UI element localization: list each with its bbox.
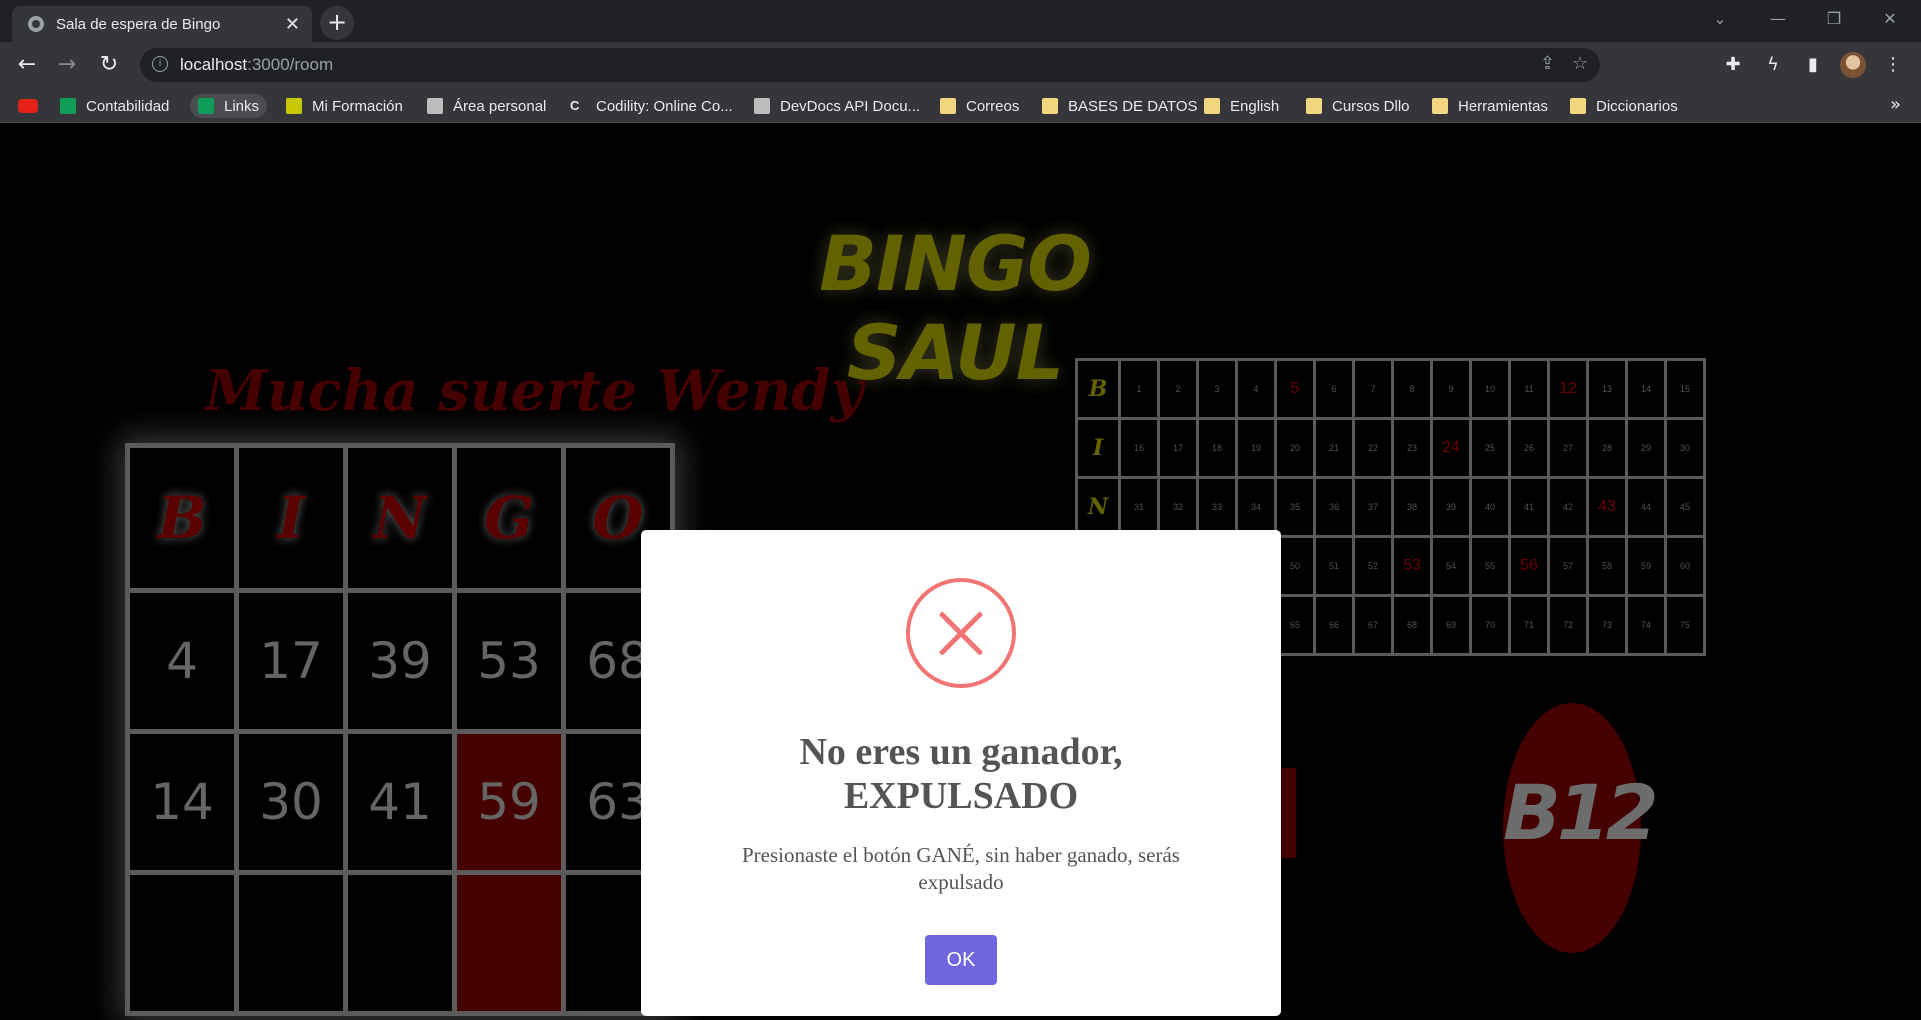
tab-strip: Sala de espera de Bingo ✕ + ⌄ — ❐ ✕ <box>0 0 1921 42</box>
reload-icon[interactable]: ↻ <box>94 50 124 80</box>
dialog-title: No eres un ganador, EXPULSADO <box>799 731 1123 817</box>
browser-tab[interactable]: Sala de espera de Bingo ✕ <box>12 6 312 42</box>
globe-icon <box>28 16 44 32</box>
tab-close-icon[interactable]: ✕ <box>285 14 300 35</box>
forward-icon[interactable]: → <box>52 50 82 80</box>
folder-icon <box>1306 98 1322 114</box>
sheets-icon <box>60 98 76 114</box>
side-panel-icon[interactable]: ▮ <box>1798 50 1828 80</box>
share-icon[interactable]: ⇪ <box>1540 53 1555 74</box>
tab-title: Sala de espera de Bingo <box>56 15 221 33</box>
error-x-icon <box>906 578 1016 688</box>
close-window-icon[interactable]: ✕ <box>1862 0 1918 38</box>
menu-kebab-icon[interactable]: ⋮ <box>1878 50 1908 80</box>
bookmark-codility[interactable]: C Codility: Online Co... <box>570 94 733 118</box>
minimize-icon[interactable]: — <box>1750 0 1806 38</box>
bookmark-star-icon[interactable]: ☆ <box>1572 53 1588 74</box>
bookmark-herramientas[interactable]: Herramientas <box>1432 94 1548 118</box>
sheets-icon <box>198 98 214 114</box>
extension-bolt-icon[interactable]: ϟ <box>1758 50 1788 80</box>
search-icon <box>754 98 770 114</box>
bookmark-mi-formacion[interactable]: Mi Formación <box>286 94 403 118</box>
address-bar[interactable]: i localhost:3000/room ⇪ ☆ <box>140 48 1600 82</box>
bookmark-cursos-dllo[interactable]: Cursos Dllo <box>1306 94 1410 118</box>
dialog-message: Presionaste el botón GANÉ, sin haber gan… <box>742 843 1180 894</box>
youtube-icon <box>18 99 38 113</box>
bookmarks-overflow-icon[interactable]: » <box>1890 94 1901 115</box>
tab-search-icon[interactable]: ⌄ <box>1692 0 1748 38</box>
bookmark-area-personal[interactable]: Área personal <box>427 94 546 118</box>
folder-icon <box>940 98 956 114</box>
new-tab-button[interactable]: + <box>320 6 354 40</box>
page-icon <box>427 98 443 114</box>
bookmark-youtube[interactable] <box>18 94 48 118</box>
folder-icon <box>1204 98 1220 114</box>
bookmark-diccionarios[interactable]: Diccionarios <box>1570 94 1678 118</box>
bookmark-contabilidad[interactable]: Contabilidad <box>60 94 169 118</box>
bookmark-english[interactable]: English <box>1204 94 1279 118</box>
profile-avatar[interactable] <box>1840 52 1866 78</box>
bookmark-devdocs[interactable]: DevDocs API Docu... <box>754 94 920 118</box>
bookmark-correos[interactable]: Correos <box>940 94 1019 118</box>
back-icon[interactable]: ← <box>12 50 42 80</box>
folder-icon <box>1042 98 1058 114</box>
codility-icon: C <box>570 98 580 113</box>
bookmark-bases-de-datos[interactable]: BASES DE DATOS <box>1042 94 1198 118</box>
folder-icon <box>1570 98 1586 114</box>
bookmark-links[interactable]: Links <box>190 94 268 118</box>
error-dialog: No eres un ganador, EXPULSADO Presionast… <box>641 530 1281 1016</box>
folder-icon <box>1432 98 1448 114</box>
browser-toolbar: ← → ↻ i localhost:3000/room ⇪ ☆ ✚ ϟ ▮ ⋮ <box>0 42 1921 88</box>
site-info-icon[interactable]: i <box>152 56 168 72</box>
restore-icon[interactable]: ❐ <box>1806 0 1862 38</box>
extensions-icon[interactable]: ✚ <box>1718 50 1748 80</box>
shield-icon <box>286 98 302 114</box>
ok-button[interactable]: OK <box>925 935 997 985</box>
url-text: localhost:3000/room <box>180 55 334 74</box>
bookmarks-bar: Contabilidad Links Mi Formación Área per… <box>0 88 1921 123</box>
